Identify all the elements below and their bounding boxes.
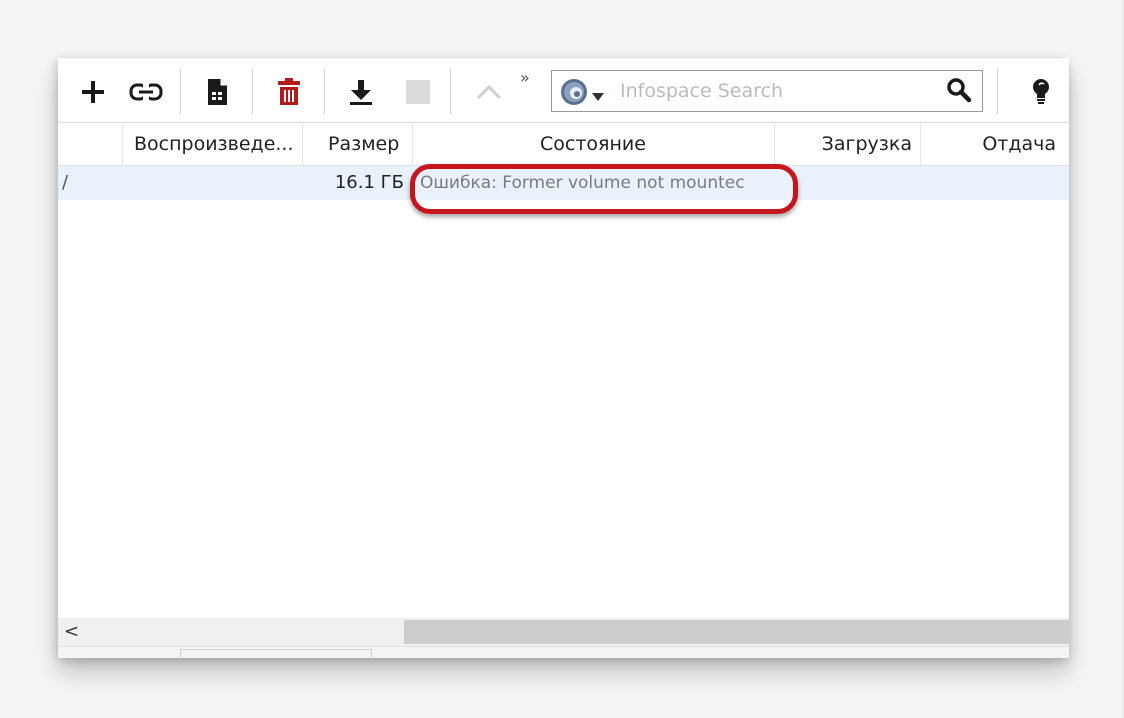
toolbar-separator bbox=[180, 68, 181, 114]
file-icon bbox=[208, 79, 227, 105]
column-header: Воспроизведе... Размер Состояние Загрузк… bbox=[58, 122, 1069, 166]
status-bar bbox=[58, 646, 1069, 658]
column-header-play[interactable]: Воспроизведе... bbox=[126, 123, 302, 165]
search-box bbox=[551, 70, 983, 112]
scroll-left-icon[interactable]: < bbox=[64, 622, 84, 642]
stop-square-icon bbox=[406, 80, 430, 104]
trash-icon bbox=[278, 78, 300, 105]
toolbar-separator bbox=[450, 68, 451, 114]
lightbulb-icon bbox=[1033, 79, 1049, 104]
toolbar-separator bbox=[252, 68, 253, 114]
torrent-list: / 16.1 ГБ Ошибка: Former volume not moun… bbox=[58, 166, 1069, 618]
start-download-button[interactable] bbox=[343, 74, 379, 110]
column-divider bbox=[122, 123, 123, 165]
status-segment bbox=[180, 649, 372, 657]
horizontal-scrollbar[interactable]: < bbox=[58, 618, 1069, 646]
row-name-fragment: / bbox=[62, 172, 69, 193]
search-engine-selector[interactable] bbox=[560, 78, 588, 106]
download-arrow-icon bbox=[350, 80, 372, 105]
search-icon bbox=[947, 78, 972, 103]
row-status: Ошибка: Former volume not mountec bbox=[420, 173, 745, 193]
chevron-down-icon[interactable] bbox=[592, 86, 604, 105]
add-link-button[interactable] bbox=[128, 74, 164, 110]
column-header-status[interactable]: Состояние bbox=[412, 123, 774, 165]
row-upload bbox=[920, 166, 1064, 200]
row-play bbox=[126, 166, 302, 200]
search-input[interactable] bbox=[620, 75, 930, 107]
toolbar-separator bbox=[997, 68, 998, 114]
row-size: 16.1 ГБ bbox=[334, 172, 404, 193]
row-download bbox=[774, 166, 920, 200]
column-header-size[interactable]: Размер bbox=[320, 123, 412, 165]
create-torrent-button[interactable] bbox=[199, 74, 235, 110]
move-up-button[interactable] bbox=[471, 74, 507, 110]
infospace-globe-icon bbox=[561, 79, 587, 105]
app-window: » Infospace Search Воспроизведе... Разме… bbox=[58, 58, 1069, 658]
column-header-upload[interactable]: Отдача bbox=[920, 123, 1064, 165]
toolbar: » bbox=[58, 58, 1069, 122]
remove-button[interactable] bbox=[271, 74, 307, 110]
add-torrent-button[interactable] bbox=[75, 74, 111, 110]
table-row[interactable]: / 16.1 ГБ Ошибка: Former volume not moun… bbox=[58, 166, 1069, 200]
search-button[interactable] bbox=[946, 77, 974, 105]
toolbar-overflow-chevron[interactable]: » bbox=[520, 68, 530, 87]
link-icon bbox=[129, 83, 163, 101]
chevron-up-icon bbox=[476, 84, 502, 100]
stop-button[interactable] bbox=[400, 74, 436, 110]
scrollbar-thumb[interactable] bbox=[404, 620, 1069, 644]
tips-button[interactable] bbox=[1023, 74, 1059, 110]
column-header-download[interactable]: Загрузка bbox=[774, 123, 920, 165]
plus-icon bbox=[82, 81, 104, 103]
toolbar-separator bbox=[324, 68, 325, 114]
column-divider bbox=[302, 123, 303, 165]
